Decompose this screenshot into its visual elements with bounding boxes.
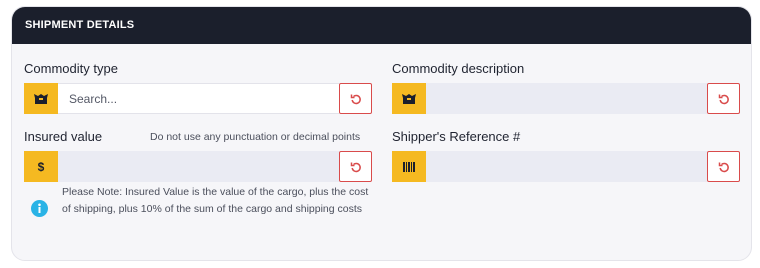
undo-icon [718, 162, 729, 172]
commodity-description-input[interactable] [426, 91, 707, 106]
commodity-type-input-wrap [58, 83, 339, 114]
shipper-reference-label: Shipper's Reference # [392, 129, 521, 144]
shipper-reference-input[interactable] [426, 159, 707, 174]
insured-value-input-wrap [58, 151, 339, 182]
commodity-description-input-wrap [426, 83, 707, 114]
box-icon [392, 83, 426, 114]
section-header: SHIPMENT DETAILS [12, 7, 751, 44]
dollar-icon: $ [24, 151, 58, 182]
barcode-icon [392, 151, 426, 182]
insured-value-label: Insured value [24, 129, 103, 144]
shipper-reference-reset-button[interactable] [707, 151, 740, 182]
box-icon [24, 83, 58, 114]
shipment-details-card: SHIPMENT DETAILS Commodity type Commodit… [11, 6, 752, 261]
commodity-description-field [392, 83, 740, 114]
commodity-type-field [24, 83, 372, 114]
commodity-description-reset-button[interactable] [707, 83, 740, 114]
shipper-reference-input-wrap [426, 151, 707, 182]
insured-value-input[interactable] [58, 159, 339, 174]
insured-value-reset-button[interactable] [339, 151, 372, 182]
commodity-description-label: Commodity description [392, 61, 525, 76]
insured-value-field: $ [24, 151, 372, 182]
commodity-type-search-input[interactable] [58, 91, 339, 106]
insured-value-hint: Do not use any punctuation or decimal po… [150, 131, 361, 143]
undo-icon [350, 162, 361, 172]
info-icon [31, 200, 48, 217]
undo-icon [350, 94, 361, 104]
insured-value-note: Please Note: Insured Value is the value … [62, 186, 369, 215]
commodity-type-reset-button[interactable] [339, 83, 372, 114]
shipper-reference-field [392, 151, 740, 182]
commodity-type-label: Commodity type [24, 61, 118, 76]
undo-icon [718, 94, 729, 104]
